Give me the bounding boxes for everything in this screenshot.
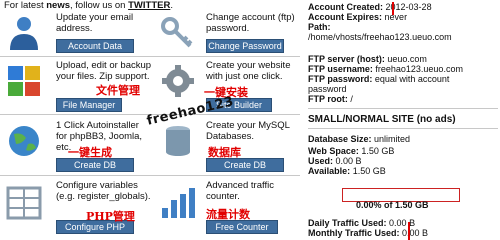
disk-usage-text: 0.00% of 1.50 GB bbox=[356, 200, 429, 210]
row-divider bbox=[0, 175, 300, 176]
cn-label-database: 数据库 bbox=[208, 146, 241, 159]
ftp-username-value: freehao123.ueuo.com bbox=[375, 64, 463, 74]
available-value: 1.50 GB bbox=[352, 166, 386, 176]
monthly-traffic-value: 0.00 B bbox=[402, 228, 429, 238]
red-annotation-mark bbox=[408, 222, 410, 240]
cn-label-file-manager: 文件管理 bbox=[96, 84, 140, 97]
section-divider bbox=[308, 108, 498, 109]
globe-icon bbox=[4, 122, 44, 160]
tile-desc: Update your email address. bbox=[56, 12, 134, 34]
path-value: /home/vhosts/freehao123.ueuo.com bbox=[308, 32, 452, 42]
tile-desc: Upload, edit or backup your files. Zip s… bbox=[56, 60, 152, 82]
section-divider bbox=[308, 128, 498, 129]
ftp-password-value: equal with account bbox=[374, 74, 450, 84]
row-divider bbox=[0, 56, 300, 57]
tile-desc: Advanced traffic counter. bbox=[206, 180, 274, 202]
web-space-value: 1.50 GB bbox=[361, 146, 395, 156]
db-size-value: unlimited bbox=[374, 134, 411, 144]
free-counter-button[interactable]: Free Counter bbox=[206, 220, 278, 234]
cn-label-php: PHP管理 bbox=[86, 210, 135, 223]
change-password-button[interactable]: Change Password bbox=[206, 39, 284, 53]
ftp-root-value: / bbox=[350, 94, 353, 104]
create-db-button-mysql[interactable]: Create DB bbox=[206, 158, 284, 172]
settings-grid-icon bbox=[4, 184, 44, 222]
twitter-notice: For latest news, follow us on TWITTER. bbox=[4, 0, 173, 11]
used-value: 0.00 B bbox=[335, 156, 362, 166]
key-icon bbox=[158, 14, 198, 52]
create-db-button-autoinstaller[interactable]: Create DB bbox=[56, 158, 134, 172]
database-icon bbox=[158, 122, 198, 160]
person-icon bbox=[4, 14, 44, 52]
control-panel: For latest news, follow us on TWITTER. U… bbox=[0, 0, 300, 240]
tile-desc: Create your MySQL Databases. bbox=[206, 120, 290, 142]
puzzle-icon bbox=[4, 62, 44, 100]
cn-label-autoinstaller: 一键生成 bbox=[68, 146, 112, 159]
daily-traffic-value: 0.00 B bbox=[389, 218, 416, 228]
account-data-button[interactable]: Account Data bbox=[56, 39, 134, 53]
counter-icon bbox=[158, 184, 198, 222]
twitter-link[interactable]: TWITTER bbox=[128, 0, 170, 11]
file-manager-button[interactable]: File Manager bbox=[56, 98, 122, 112]
account-info-panel: Account Created: 2012-03-28 Account Expi… bbox=[308, 0, 500, 240]
ftp-server-value: ueuo.com bbox=[387, 54, 427, 64]
tile-desc: Create your website with just one click. bbox=[206, 60, 291, 82]
account-expires-value: never bbox=[384, 12, 408, 22]
cn-label-counter: 流量计数 bbox=[206, 208, 250, 221]
tile-desc: Change account (ftp) password. bbox=[206, 12, 295, 34]
tile-desc: Configure variables (e.g. register_globa… bbox=[56, 180, 151, 202]
gear-icon bbox=[158, 62, 198, 100]
plan-heading: SMALL/NORMAL SITE (no ads) bbox=[308, 114, 456, 125]
